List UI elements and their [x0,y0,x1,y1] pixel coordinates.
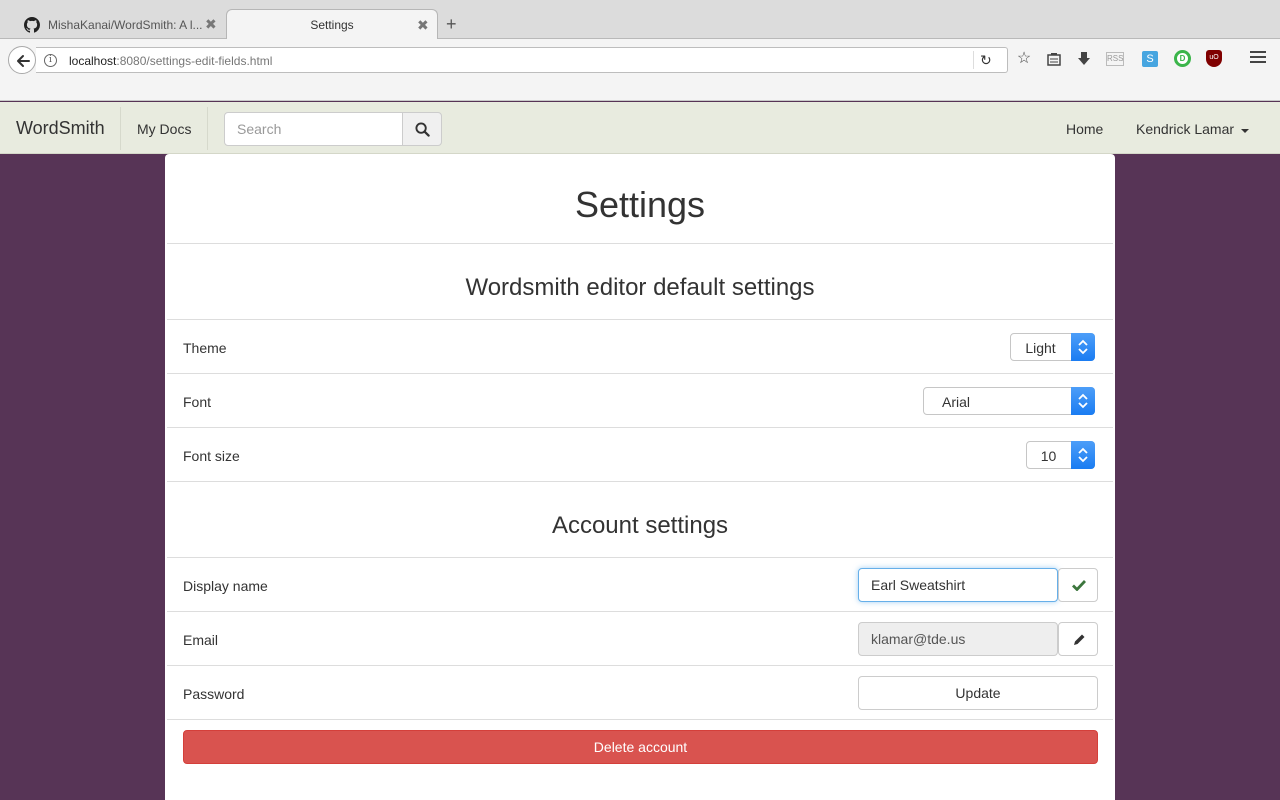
address-bar[interactable]: i localhost:8080/settings-edit-fields.ht… [36,47,1008,73]
divider [167,719,1113,720]
brand-logo[interactable]: WordSmith [16,118,105,139]
divider [167,665,1113,666]
pencil-icon [1074,634,1085,645]
theme-select[interactable]: Light [1010,333,1095,361]
s-extension-icon[interactable]: S [1142,51,1158,67]
ublock-icon[interactable]: uO [1206,50,1222,67]
edit-email-button[interactable] [1058,622,1098,656]
divider [167,481,1113,482]
font-size-value: 10 [1040,448,1057,464]
nav-my-docs[interactable]: My Docs [137,121,191,137]
close-tab-icon[interactable]: ✖ [417,17,429,34]
reload-icon[interactable]: ↻ [980,52,992,69]
new-tab-icon[interactable]: + [446,14,457,34]
search-input[interactable] [224,112,403,146]
url-text: localhost:8080/settings-edit-fields.html [69,54,273,68]
rss-icon[interactable]: RSS [1106,52,1124,66]
back-button[interactable] [8,46,36,74]
email-field [858,622,1058,656]
select-arrows-icon [1071,441,1095,469]
account-section-title: Account settings [551,512,729,539]
browser-tab-github[interactable]: MishaKanai/WordSmith: A l... ✖ [10,9,224,40]
font-size-select[interactable]: 10 [1026,441,1095,469]
tab-title: MishaKanai/WordSmith: A l... [48,18,203,32]
select-arrows-icon [1071,387,1095,415]
tab-title: Settings [310,18,354,32]
theme-value: Light [1025,340,1056,356]
password-label: Password [183,686,245,702]
theme-label: Theme [183,340,227,356]
divider [167,427,1113,428]
bookmark-star-icon[interactable]: ☆ [1014,49,1034,69]
divider [167,373,1113,374]
font-select[interactable]: Arial [923,387,1095,415]
font-value: Arial [942,394,971,410]
email-label: Email [183,632,219,648]
page-title: Settings [574,184,706,225]
info-icon[interactable]: i [44,54,57,67]
user-menu[interactable]: Kendrick Lamar [1136,121,1234,137]
display-name-label: Display name [183,578,268,594]
save-display-name-button[interactable] [1058,568,1098,602]
divider [167,319,1113,320]
divider [167,611,1113,612]
select-arrows-icon [1071,333,1095,361]
update-password-button[interactable]: Update [858,676,1098,710]
checkmark-icon [1072,580,1086,591]
browser-tab-settings[interactable]: Settings ✖ [226,9,438,40]
d-extension-icon[interactable]: D [1174,50,1191,67]
hamburger-menu-icon[interactable] [1250,51,1266,66]
github-icon [24,17,40,33]
divider [973,51,974,69]
arrow-left-icon [17,55,30,67]
settings-panel: Settings Wordsmith editor default settin… [165,154,1115,800]
close-tab-icon[interactable]: ✖ [205,16,217,33]
delete-account-button[interactable]: Delete account [183,730,1098,764]
divider [167,557,1113,558]
reading-list-icon[interactable] [1044,49,1064,69]
chevron-down-icon[interactable] [1241,129,1249,133]
divider [167,243,1113,244]
browser-toolbar: i localhost:8080/settings-edit-fields.ht… [0,39,1280,101]
app-navbar: WordSmith My Docs Home Kendrick Lamar [0,102,1280,154]
divider [207,107,208,150]
browser-tab-strip: MishaKanai/WordSmith: A l... ✖ Settings … [0,0,1280,40]
search-button[interactable] [402,112,442,146]
display-name-input[interactable] [858,568,1058,602]
download-icon[interactable] [1074,49,1094,69]
editor-section-title: Wordsmith editor default settings [465,274,815,301]
font-size-label: Font size [183,448,240,464]
divider [120,107,121,150]
nav-home[interactable]: Home [1066,121,1103,137]
search-icon [415,122,430,137]
font-label: Font [183,394,212,410]
